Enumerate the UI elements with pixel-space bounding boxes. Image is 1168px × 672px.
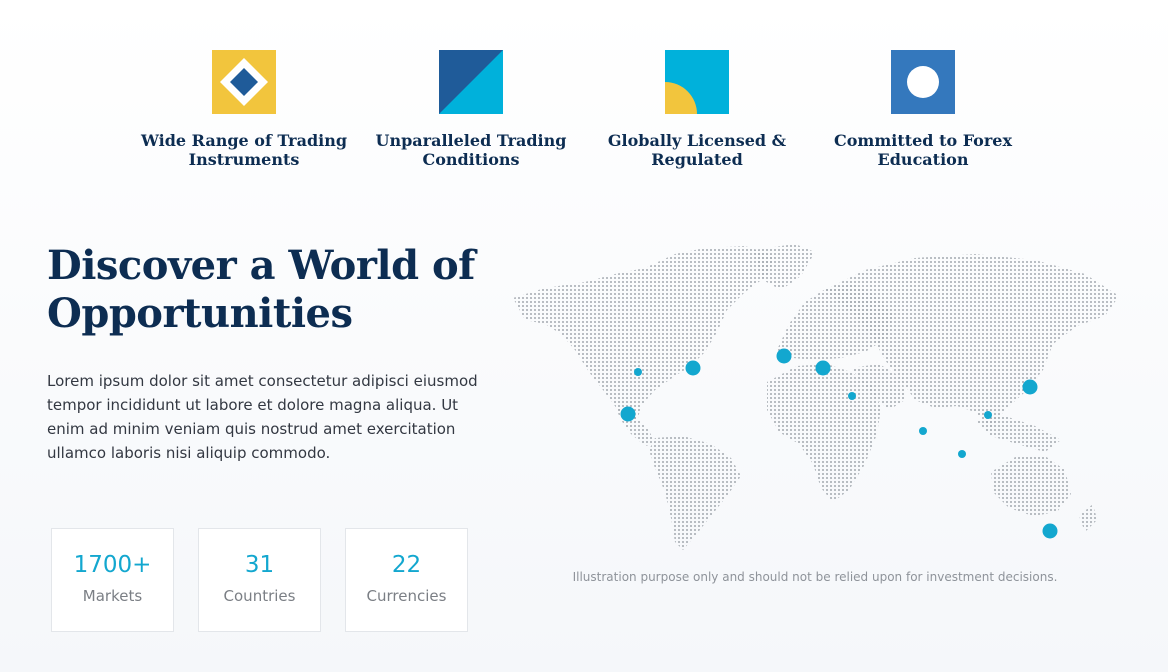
location-marker	[848, 392, 856, 400]
world-map	[513, 244, 1119, 550]
circle-icon	[891, 50, 955, 114]
stat-value: 31	[244, 552, 275, 578]
feature-conditions[interactable]: Unparalleled Trading Conditions	[358, 50, 584, 169]
location-marker	[919, 427, 927, 435]
stat-countries: 31 Countries	[198, 528, 321, 632]
feature-title: Unparalleled Trading Conditions	[375, 131, 567, 169]
continent-greenland	[753, 244, 815, 290]
location-marker	[984, 411, 992, 419]
stat-currencies: 22 Currencies	[345, 528, 468, 632]
continent-southeast-asia	[975, 416, 1061, 452]
location-marker	[685, 360, 701, 376]
stat-markets: 1700+ Markets	[51, 528, 174, 632]
features-row: Wide Range of Trading Instruments Unpara…	[0, 50, 1168, 180]
map-disclaimer: Illustration purpose only and should not…	[572, 570, 1058, 584]
feature-title: Globally Licensed & Regulated	[607, 131, 787, 169]
location-marker	[1022, 379, 1038, 395]
location-marker	[815, 360, 831, 376]
stat-label: Markets	[82, 587, 143, 605]
location-marker	[620, 406, 636, 422]
location-marker	[958, 450, 966, 458]
continent-south-america	[649, 436, 741, 550]
diamond-square-icon	[212, 50, 276, 114]
feature-licensed[interactable]: Globally Licensed & Regulated	[584, 50, 810, 169]
feature-education[interactable]: Committed to Forex Education	[810, 50, 1036, 169]
page-title: Discover a World of Opportunities	[47, 242, 475, 337]
continent-north-america	[513, 246, 775, 422]
location-marker	[776, 348, 792, 364]
stat-value: 22	[391, 552, 422, 578]
feature-title: Committed to Forex Education	[834, 131, 1012, 169]
stat-label: Countries	[223, 587, 296, 605]
feature-title: Wide Range of Trading Instruments	[140, 131, 348, 169]
location-marker	[1042, 523, 1058, 539]
hero-description: Lorem ipsum dolor sit amet consectetur a…	[47, 372, 478, 462]
continent-new-zealand	[1079, 504, 1097, 532]
continent-australia	[991, 456, 1071, 516]
quarter-circle-icon	[665, 50, 729, 114]
diagonal-split-icon	[439, 50, 503, 114]
stat-value: 1700+	[73, 552, 152, 578]
location-marker	[634, 368, 642, 376]
feature-instruments[interactable]: Wide Range of Trading Instruments	[131, 50, 357, 169]
stat-label: Currencies	[366, 587, 447, 605]
continents	[513, 244, 1119, 550]
continent-africa	[767, 364, 881, 502]
